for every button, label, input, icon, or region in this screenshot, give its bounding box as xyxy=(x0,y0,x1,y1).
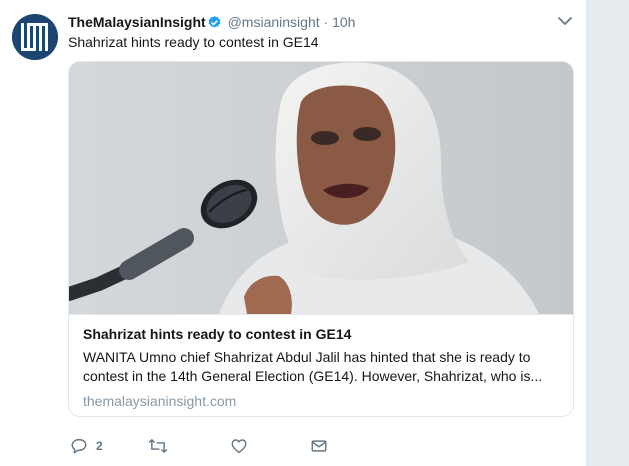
chevron-down-icon[interactable] xyxy=(556,14,574,28)
news-photo-icon xyxy=(69,62,573,314)
card-description: WANITA Umno chief Shahrizat Abdul Jalil … xyxy=(83,348,561,386)
author-name[interactable]: TheMalaysianInsight xyxy=(68,14,206,30)
reply-icon xyxy=(71,438,87,454)
the-malaysian-insight-logo-icon xyxy=(12,14,58,60)
separator-dot: · xyxy=(323,14,329,30)
direct-message-button[interactable] xyxy=(310,436,328,456)
retweet-icon xyxy=(148,439,168,453)
timestamp[interactable]: 10h xyxy=(332,14,355,30)
tweet-header: TheMalaysianInsight @msianinsight · 10h xyxy=(68,13,355,31)
heart-icon xyxy=(231,439,247,454)
author-handle[interactable]: @msianinsight xyxy=(228,14,320,30)
like-button[interactable] xyxy=(230,436,248,456)
card-description-line: WANITA Umno chief Shahrizat Abdul Jalil … xyxy=(83,349,531,365)
card-title[interactable]: Shahrizat hints ready to contest in GE14 xyxy=(83,325,351,343)
card-description-line: contest in the 14th General Election (GE… xyxy=(83,368,543,384)
envelope-icon xyxy=(311,440,327,452)
card-body[interactable]: Shahrizat hints ready to contest in GE14… xyxy=(69,314,573,416)
card-image[interactable] xyxy=(69,62,573,314)
link-card[interactable]: Shahrizat hints ready to contest in GE14… xyxy=(68,61,574,417)
card-domain[interactable]: themalaysianinsight.com xyxy=(83,392,236,410)
verified-badge-icon xyxy=(208,15,221,28)
retweet-button[interactable] xyxy=(148,436,168,456)
tweet-actions: 2 xyxy=(70,436,370,456)
avatar[interactable] xyxy=(12,14,58,60)
tweet-text: Shahrizat hints ready to contest in GE14 xyxy=(68,34,319,50)
reply-button[interactable]: 2 xyxy=(70,436,103,456)
reply-count: 2 xyxy=(96,439,103,453)
tweet[interactable]: TheMalaysianInsight @msianinsight · 10h … xyxy=(0,0,587,466)
